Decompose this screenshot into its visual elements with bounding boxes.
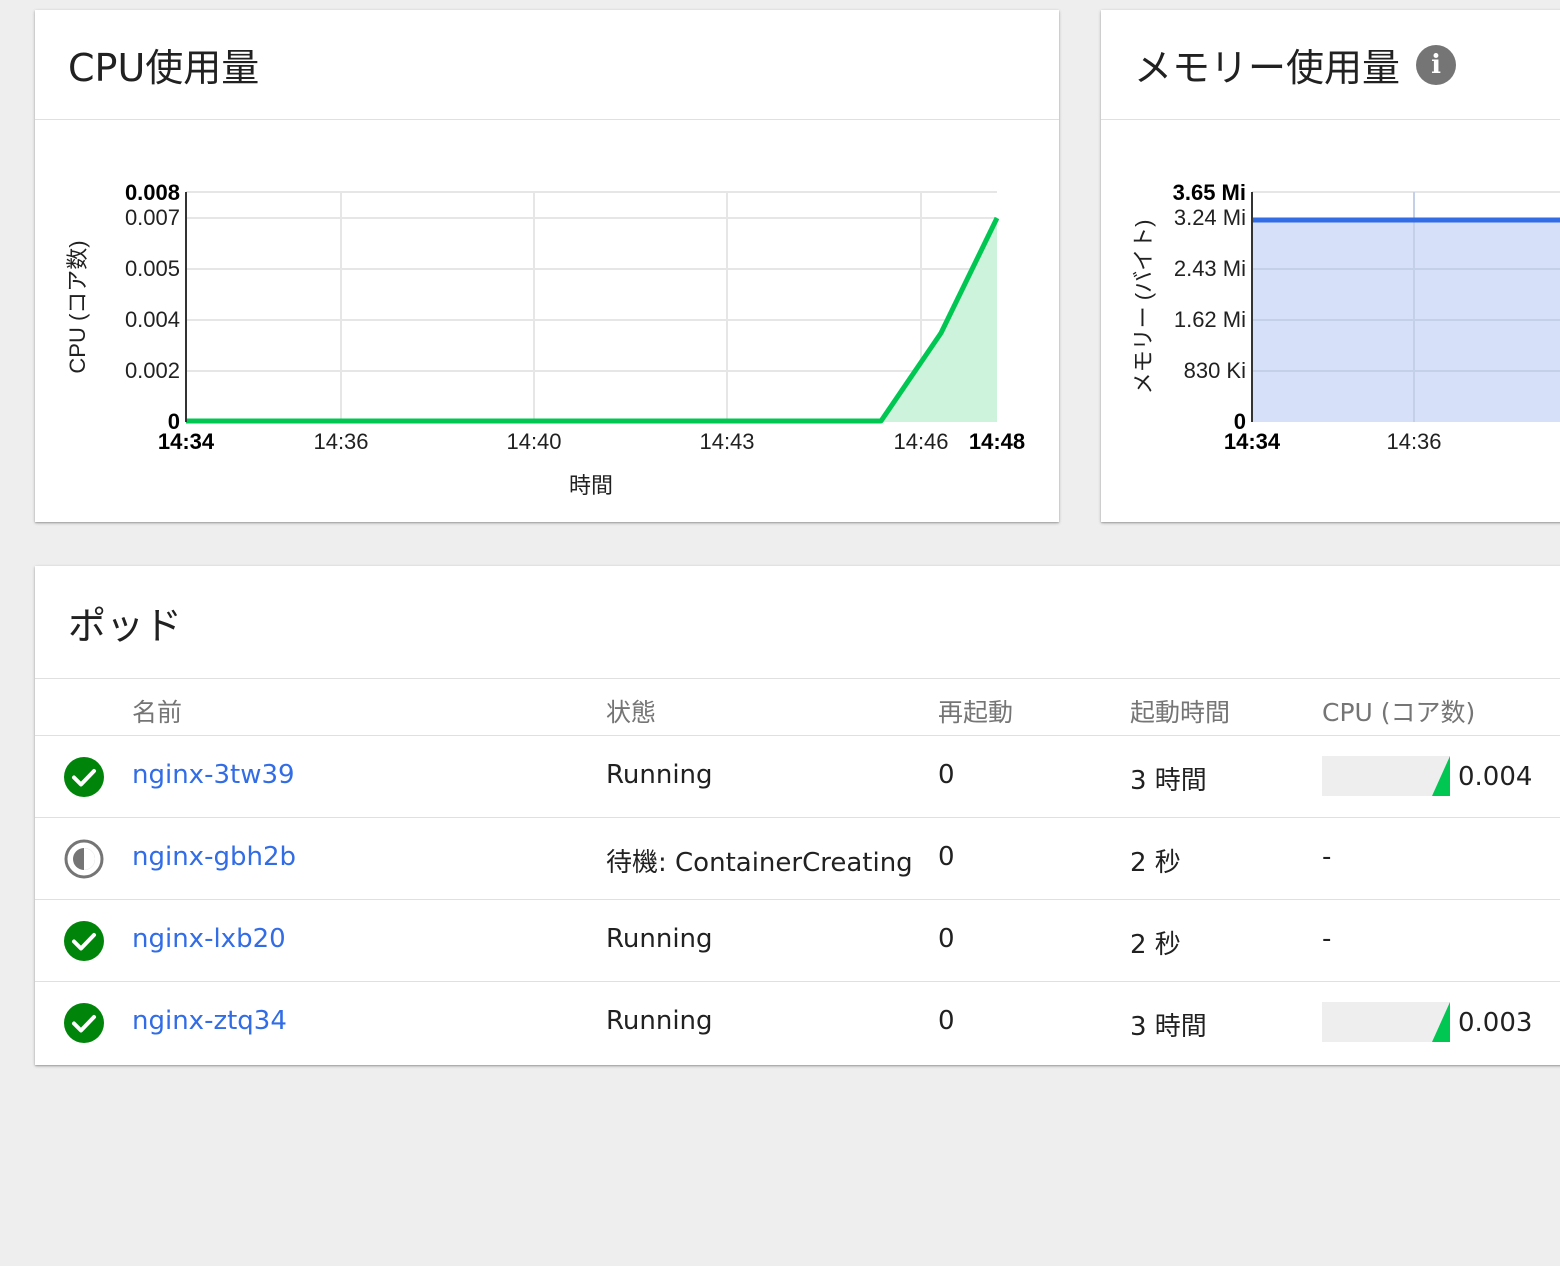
cpu-x-tick: 14:34 — [158, 429, 215, 454]
pod-state: Running — [606, 924, 713, 954]
memory-y-tick: 3.65 Mi — [1173, 180, 1246, 205]
pod-age: 3 時間 — [1130, 1012, 1207, 1042]
cpu-x-tick: 14:46 — [893, 429, 948, 454]
cpu-y-tick: 0.004 — [125, 307, 180, 332]
pod-name-link[interactable]: nginx-gbh2b — [132, 842, 296, 872]
cpu-chart: 0.008 0.007 0.005 0.004 0.002 0 14:34 14… — [65, 180, 1025, 498]
pod-cpu-value: - — [1322, 842, 1332, 872]
column-header-restarts[interactable]: 再起動 — [938, 693, 1013, 729]
pod-state: 待機: ContainerCreating — [606, 848, 913, 878]
pods-card-title: ポッド — [68, 603, 183, 648]
pending-clock-icon — [64, 839, 104, 879]
cpu-chart-grid — [186, 191, 997, 422]
cpu-sparkline-fill — [1432, 1002, 1450, 1042]
pod-state: Running — [606, 760, 713, 790]
pod-cpu-value: 0.004 — [1458, 762, 1533, 792]
check-circle-icon — [64, 757, 104, 797]
pod-restarts: 0 — [938, 924, 955, 954]
pod-name-link[interactable]: nginx-lxb20 — [132, 924, 286, 954]
check-circle-icon — [64, 921, 104, 961]
pod-cpu-value: - — [1322, 924, 1332, 954]
cpu-x-tick: 14:36 — [313, 429, 368, 454]
pod-age: 2 秒 — [1130, 848, 1181, 878]
cpu-x-tick: 14:43 — [699, 429, 754, 454]
cpu-x-axis-title: 時間 — [569, 473, 613, 498]
column-header-state[interactable]: 状態 — [606, 693, 656, 729]
table-row: nginx-gbh2b 待機: ContainerCreating 0 2 秒 … — [35, 818, 1560, 900]
cpu-y-axis-title: CPU (コア数) — [65, 240, 90, 373]
pod-age: 3 時間 — [1130, 766, 1207, 796]
memory-card-title: メモリー使用量 — [1134, 46, 1401, 90]
memory-card-header: メモリー使用量 i — [1101, 10, 1560, 120]
cpu-y-tick: 0.008 — [125, 180, 180, 205]
table-row: nginx-lxb20 Running 0 2 秒 - — [35, 900, 1560, 982]
memory-y-tick: 830 Ki — [1184, 358, 1246, 383]
table-row: nginx-ztq34 Running 0 3 時間 0.003 — [35, 982, 1560, 1064]
cpu-usage-card: CPU使用量 0.008 0.007 0.005 0.004 0.002 0 1… — [35, 10, 1059, 522]
memory-chart: 3.65 Mi 3.24 Mi 2.43 Mi 1.62 Mi 830 Ki 0… — [1131, 180, 1560, 454]
pod-name-link[interactable]: nginx-ztq34 — [132, 1006, 287, 1036]
column-header-name[interactable]: 名前 — [132, 693, 182, 729]
memory-y-tick: 1.62 Mi — [1174, 307, 1246, 332]
info-icon[interactable]: i — [1416, 44, 1457, 85]
check-circle-icon — [64, 1003, 104, 1043]
column-header-cpu[interactable]: CPU (コア数) — [1322, 693, 1475, 729]
cpu-x-tick: 14:48 — [969, 429, 1025, 454]
pod-cpu-value: 0.003 — [1458, 1008, 1533, 1038]
pod-age: 2 秒 — [1130, 930, 1181, 960]
pods-card: ポッド 名前 状態 再起動 起動時間 CPU (コア数) nginx-3tw39… — [35, 566, 1560, 1065]
cpu-x-tick: 14:40 — [506, 429, 561, 454]
cpu-card-header: CPU使用量 — [35, 10, 1059, 120]
memory-x-tick: 14:36 — [1386, 429, 1441, 454]
cpu-sparkline-fill — [1432, 756, 1450, 796]
cpu-sparkline — [1322, 756, 1450, 796]
pod-restarts: 0 — [938, 842, 955, 872]
cpu-y-tick: 0.007 — [125, 205, 180, 230]
column-header-age[interactable]: 起動時間 — [1130, 693, 1230, 729]
pod-state: Running — [606, 1006, 713, 1036]
cpu-y-tick: 0.005 — [125, 256, 180, 281]
memory-y-axis-title: メモリー (バイト) — [1131, 220, 1156, 395]
memory-y-tick: 3.24 Mi — [1174, 205, 1246, 230]
pods-card-header: ポッド — [35, 566, 1560, 678]
pod-restarts: 0 — [938, 1006, 955, 1036]
memory-usage-card: メモリー使用量 i 3.65 Mi 3.24 Mi 2.43 Mi 1.62 M… — [1101, 10, 1560, 522]
memory-x-tick: 14:34 — [1224, 429, 1281, 454]
pods-table-header: 名前 状態 再起動 起動時間 CPU (コア数) — [35, 678, 1560, 736]
pod-restarts: 0 — [938, 760, 955, 790]
cpu-card-title: CPU使用量 — [68, 46, 260, 90]
pod-name-link[interactable]: nginx-3tw39 — [132, 760, 295, 790]
memory-y-tick: 2.43 Mi — [1174, 256, 1246, 281]
cpu-sparkline — [1322, 1002, 1450, 1042]
cpu-y-tick: 0.002 — [125, 358, 180, 383]
table-row: nginx-3tw39 Running 0 3 時間 0.004 — [35, 736, 1560, 818]
